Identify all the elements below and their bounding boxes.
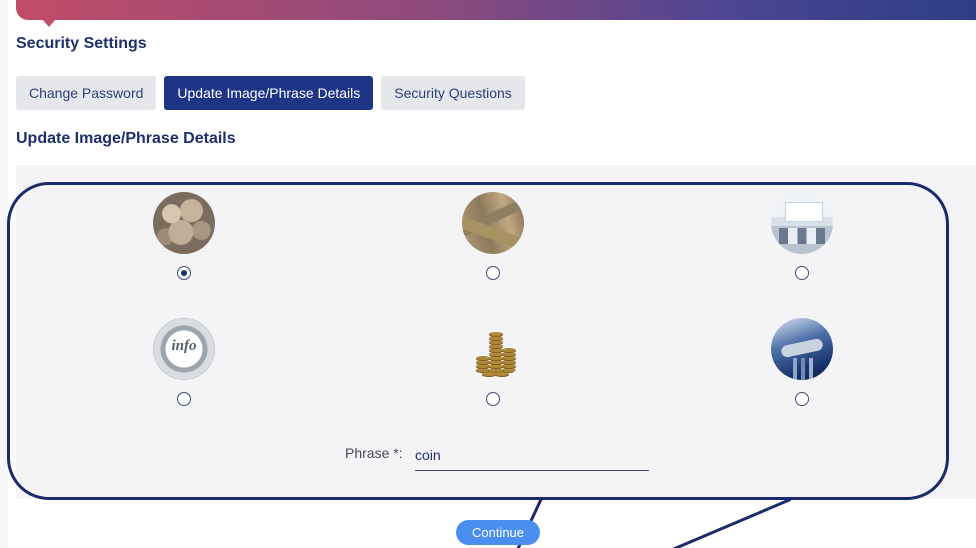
page-title: Security Settings <box>16 35 147 52</box>
image-radio-2[interactable] <box>486 266 500 280</box>
coin-stacks-image-icon[interactable] <box>462 318 524 380</box>
image-radio-4[interactable] <box>177 392 191 406</box>
phrase-label: Phrase *: <box>345 445 403 461</box>
handshake-image-icon[interactable] <box>771 318 833 380</box>
security-tabs: Change Password Update Image/Phrase Deta… <box>16 76 533 110</box>
image-option-2 <box>461 192 525 280</box>
image-option-3 <box>770 192 834 280</box>
image-option-1 <box>152 192 216 280</box>
image-radio-6[interactable] <box>795 392 809 406</box>
banknotes-image-icon[interactable] <box>462 192 524 254</box>
image-option-6 <box>770 318 834 406</box>
image-radio-3[interactable] <box>795 266 809 280</box>
image-radio-5[interactable] <box>486 392 500 406</box>
image-option-4: info <box>152 318 216 406</box>
tab-security-questions[interactable]: Security Questions <box>381 76 525 110</box>
continue-button[interactable]: Continue <box>456 520 540 545</box>
left-edge-strip <box>0 0 8 548</box>
coins-pile-image-icon[interactable] <box>153 192 215 254</box>
phrase-input[interactable] <box>415 440 649 471</box>
image-option-5 <box>461 318 525 406</box>
tab-change-password[interactable]: Change Password <box>16 76 157 110</box>
banner-notch <box>42 19 56 27</box>
image-radio-1[interactable] <box>177 266 191 280</box>
info-badge-image-icon[interactable]: info <box>153 318 215 380</box>
top-banner <box>16 0 976 20</box>
bank-branch-image-icon[interactable] <box>771 192 833 254</box>
callout-tail-right <box>642 498 792 548</box>
section-title: Update Image/Phrase Details <box>16 130 236 147</box>
tab-update-image-phrase[interactable]: Update Image/Phrase Details <box>164 76 374 110</box>
